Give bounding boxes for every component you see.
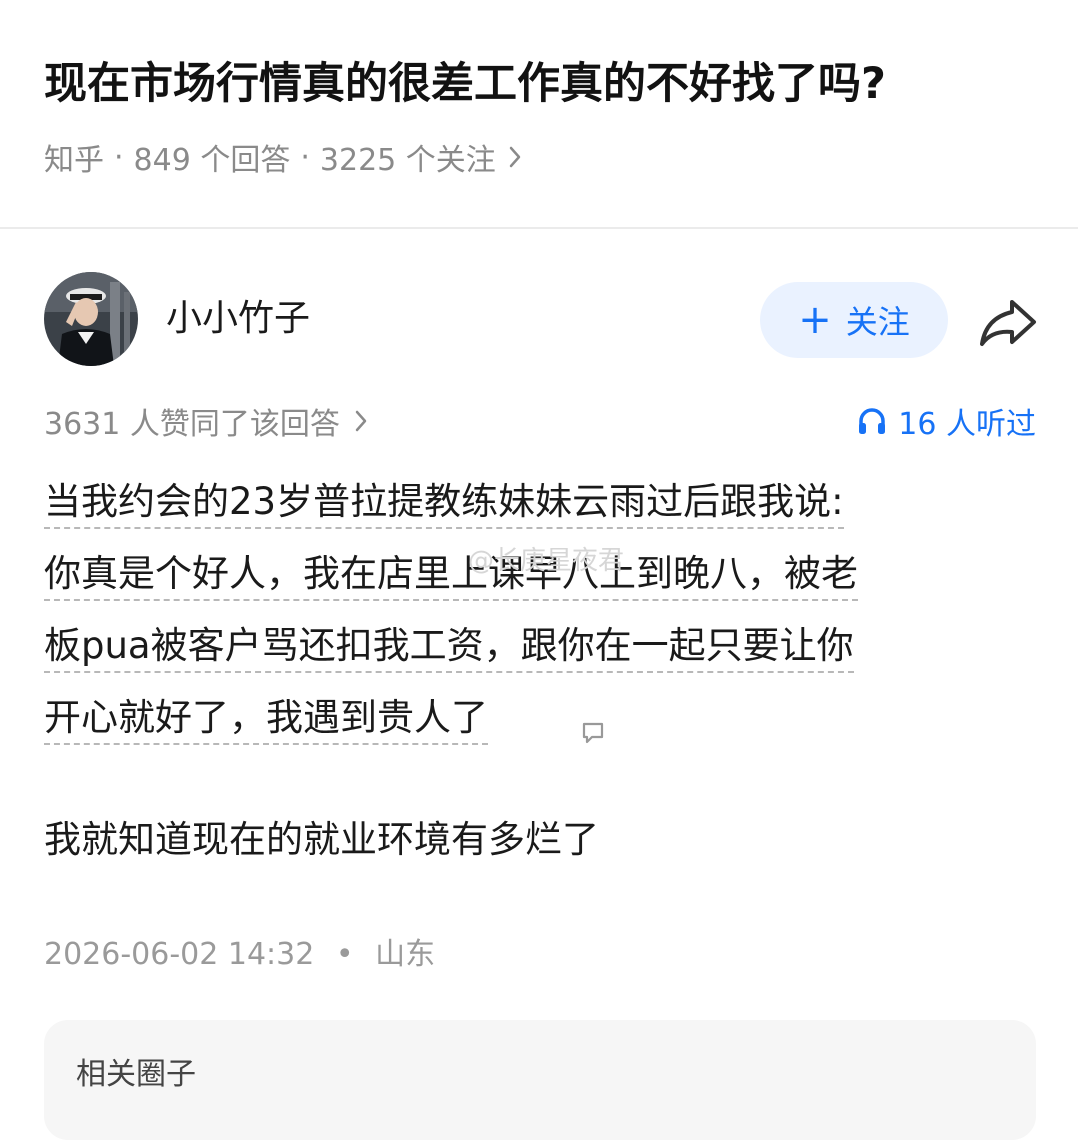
- related-title: 相关圈子: [76, 1057, 196, 1092]
- follow-count: 3225 个关注: [319, 143, 496, 178]
- share-icon[interactable]: [976, 294, 1040, 350]
- answer-line: 当我约会的23岁普拉提教练妹妹云雨过后跟我说:: [44, 480, 844, 529]
- post-location: 山东: [375, 937, 436, 972]
- answer-line: 板pua被客户骂还扣我工资，跟你在一起只要让你: [44, 624, 854, 673]
- post-meta: 2026-06-02 14:32 • 山东: [44, 930, 435, 980]
- watermark: @长庚星夜君: [468, 546, 625, 576]
- upvote-text: 3631 人赞同了该回答: [44, 407, 340, 442]
- upvote-count[interactable]: 3631 人赞同了该回答: [44, 396, 368, 446]
- answer-count: 849 个回答: [133, 143, 291, 178]
- answer-line: 开心就好了，我遇到贵人了: [44, 696, 488, 745]
- answer-body: 当我约会的23岁普拉提教练妹妹云雨过后跟我说: 你真是个好人，我在店里上课早八上…: [44, 466, 1034, 754]
- answer-conclusion: 我就知道现在的就业环境有多烂了: [44, 818, 599, 861]
- comment-icon[interactable]: [580, 720, 606, 746]
- follow-label: 关注: [845, 303, 910, 341]
- meta-separator: ·: [300, 139, 310, 175]
- related-circles-card[interactable]: 相关圈子: [44, 1020, 1036, 1140]
- headphones-icon: [856, 405, 888, 437]
- listened-text: 16 人听过: [898, 407, 1036, 442]
- answer-line: 你真是个好人，我在店里上课早八上到晚八，被老: [44, 552, 858, 601]
- follow-button[interactable]: + 关注: [760, 282, 948, 358]
- meta-separator: •: [335, 937, 354, 972]
- avatar[interactable]: [44, 272, 138, 366]
- source-label: 知乎: [44, 143, 104, 178]
- meta-separator: ·: [114, 139, 124, 175]
- listened-count[interactable]: 16 人听过: [856, 396, 1036, 446]
- chevron-right-icon: [508, 145, 522, 169]
- chevron-right-icon: [354, 409, 368, 433]
- question-meta[interactable]: 知乎 · 849 个回答 · 3225 个关注: [44, 132, 522, 182]
- section-divider: [0, 227, 1078, 229]
- post-datetime: 2026-06-02 14:32: [44, 937, 315, 972]
- author-name[interactable]: 小小竹子: [166, 292, 310, 346]
- question-title[interactable]: 现在市场行情真的很差工作真的不好找了吗?: [44, 52, 1044, 116]
- plus-icon: +: [798, 297, 832, 343]
